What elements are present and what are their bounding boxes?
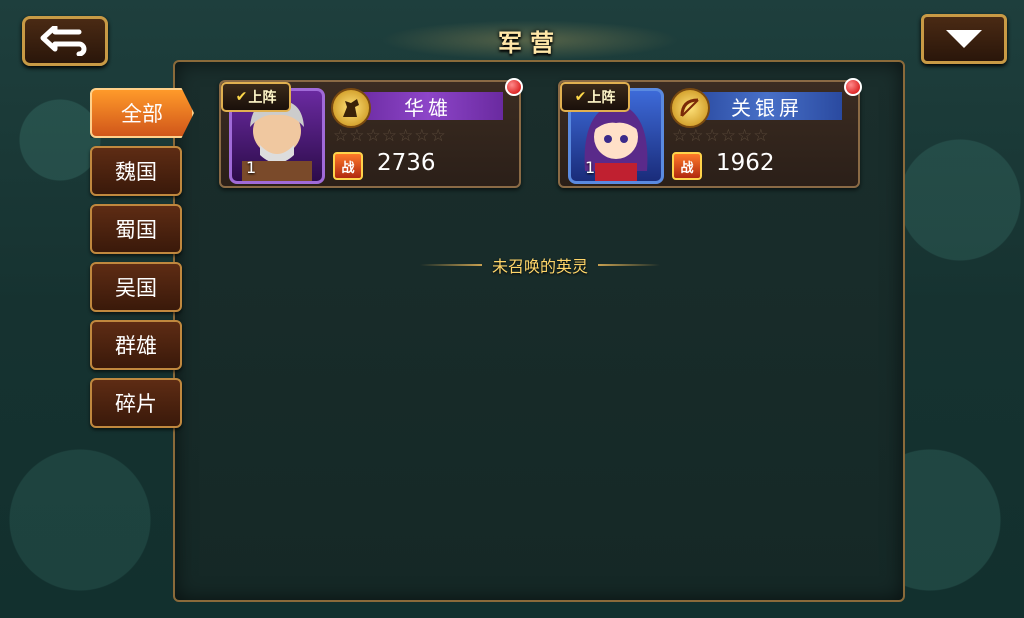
notification-dot-icon	[505, 78, 523, 96]
star-rating: ☆☆☆☆☆☆☆	[333, 126, 447, 146]
title-banner: 军营	[380, 20, 680, 60]
back-button[interactable]	[22, 16, 108, 66]
star-rating: ☆☆☆☆☆☆	[672, 126, 770, 146]
tab-all[interactable]: 全部	[90, 88, 194, 138]
chevron-down-icon	[946, 30, 982, 48]
tab-wu[interactable]: 吴国	[90, 262, 182, 312]
combat-power-icon: 战	[672, 152, 702, 180]
hero-level: 1	[246, 158, 257, 177]
deployed-badge: ✔ 上阵	[560, 82, 630, 112]
page-title: 军营	[498, 28, 562, 57]
combat-power-value: 1962	[716, 150, 775, 176]
unsummoned-section-header: 未召唤的英灵	[420, 252, 660, 278]
check-icon: ✔	[574, 89, 587, 105]
combat-power-value: 2736	[377, 150, 436, 176]
check-icon: ✔	[235, 89, 248, 105]
hero-name: 关银屏	[692, 92, 842, 120]
notification-dot-icon	[844, 78, 862, 96]
hero-level: 1	[585, 158, 596, 177]
bow-icon	[670, 88, 710, 128]
dropdown-menu-button[interactable]	[921, 14, 1007, 64]
hero-name: 华雄	[353, 92, 503, 120]
horse-icon	[331, 88, 371, 128]
section-label: 未召唤的英灵	[492, 257, 589, 276]
tab-qunxiong[interactable]: 群雄	[90, 320, 182, 370]
tab-fragments[interactable]: 碎片	[90, 378, 182, 428]
combat-power-icon: 战	[333, 152, 363, 180]
tab-shu[interactable]: 蜀国	[90, 204, 182, 254]
hero-card[interactable]: ✔ 上阵 1 华雄 ☆☆☆☆☆☆☆ 战 2736	[219, 78, 523, 188]
hero-card[interactable]: ✔ 上阵 1 关银屏 ☆☆☆☆☆☆ 战 1962	[558, 78, 862, 188]
tab-wei[interactable]: 魏国	[90, 146, 182, 196]
deployed-badge-label: 上阵	[248, 90, 277, 106]
deployed-badge: ✔ 上阵	[221, 82, 291, 112]
deployed-badge-label: 上阵	[587, 90, 616, 106]
back-arrow-icon	[40, 26, 87, 56]
